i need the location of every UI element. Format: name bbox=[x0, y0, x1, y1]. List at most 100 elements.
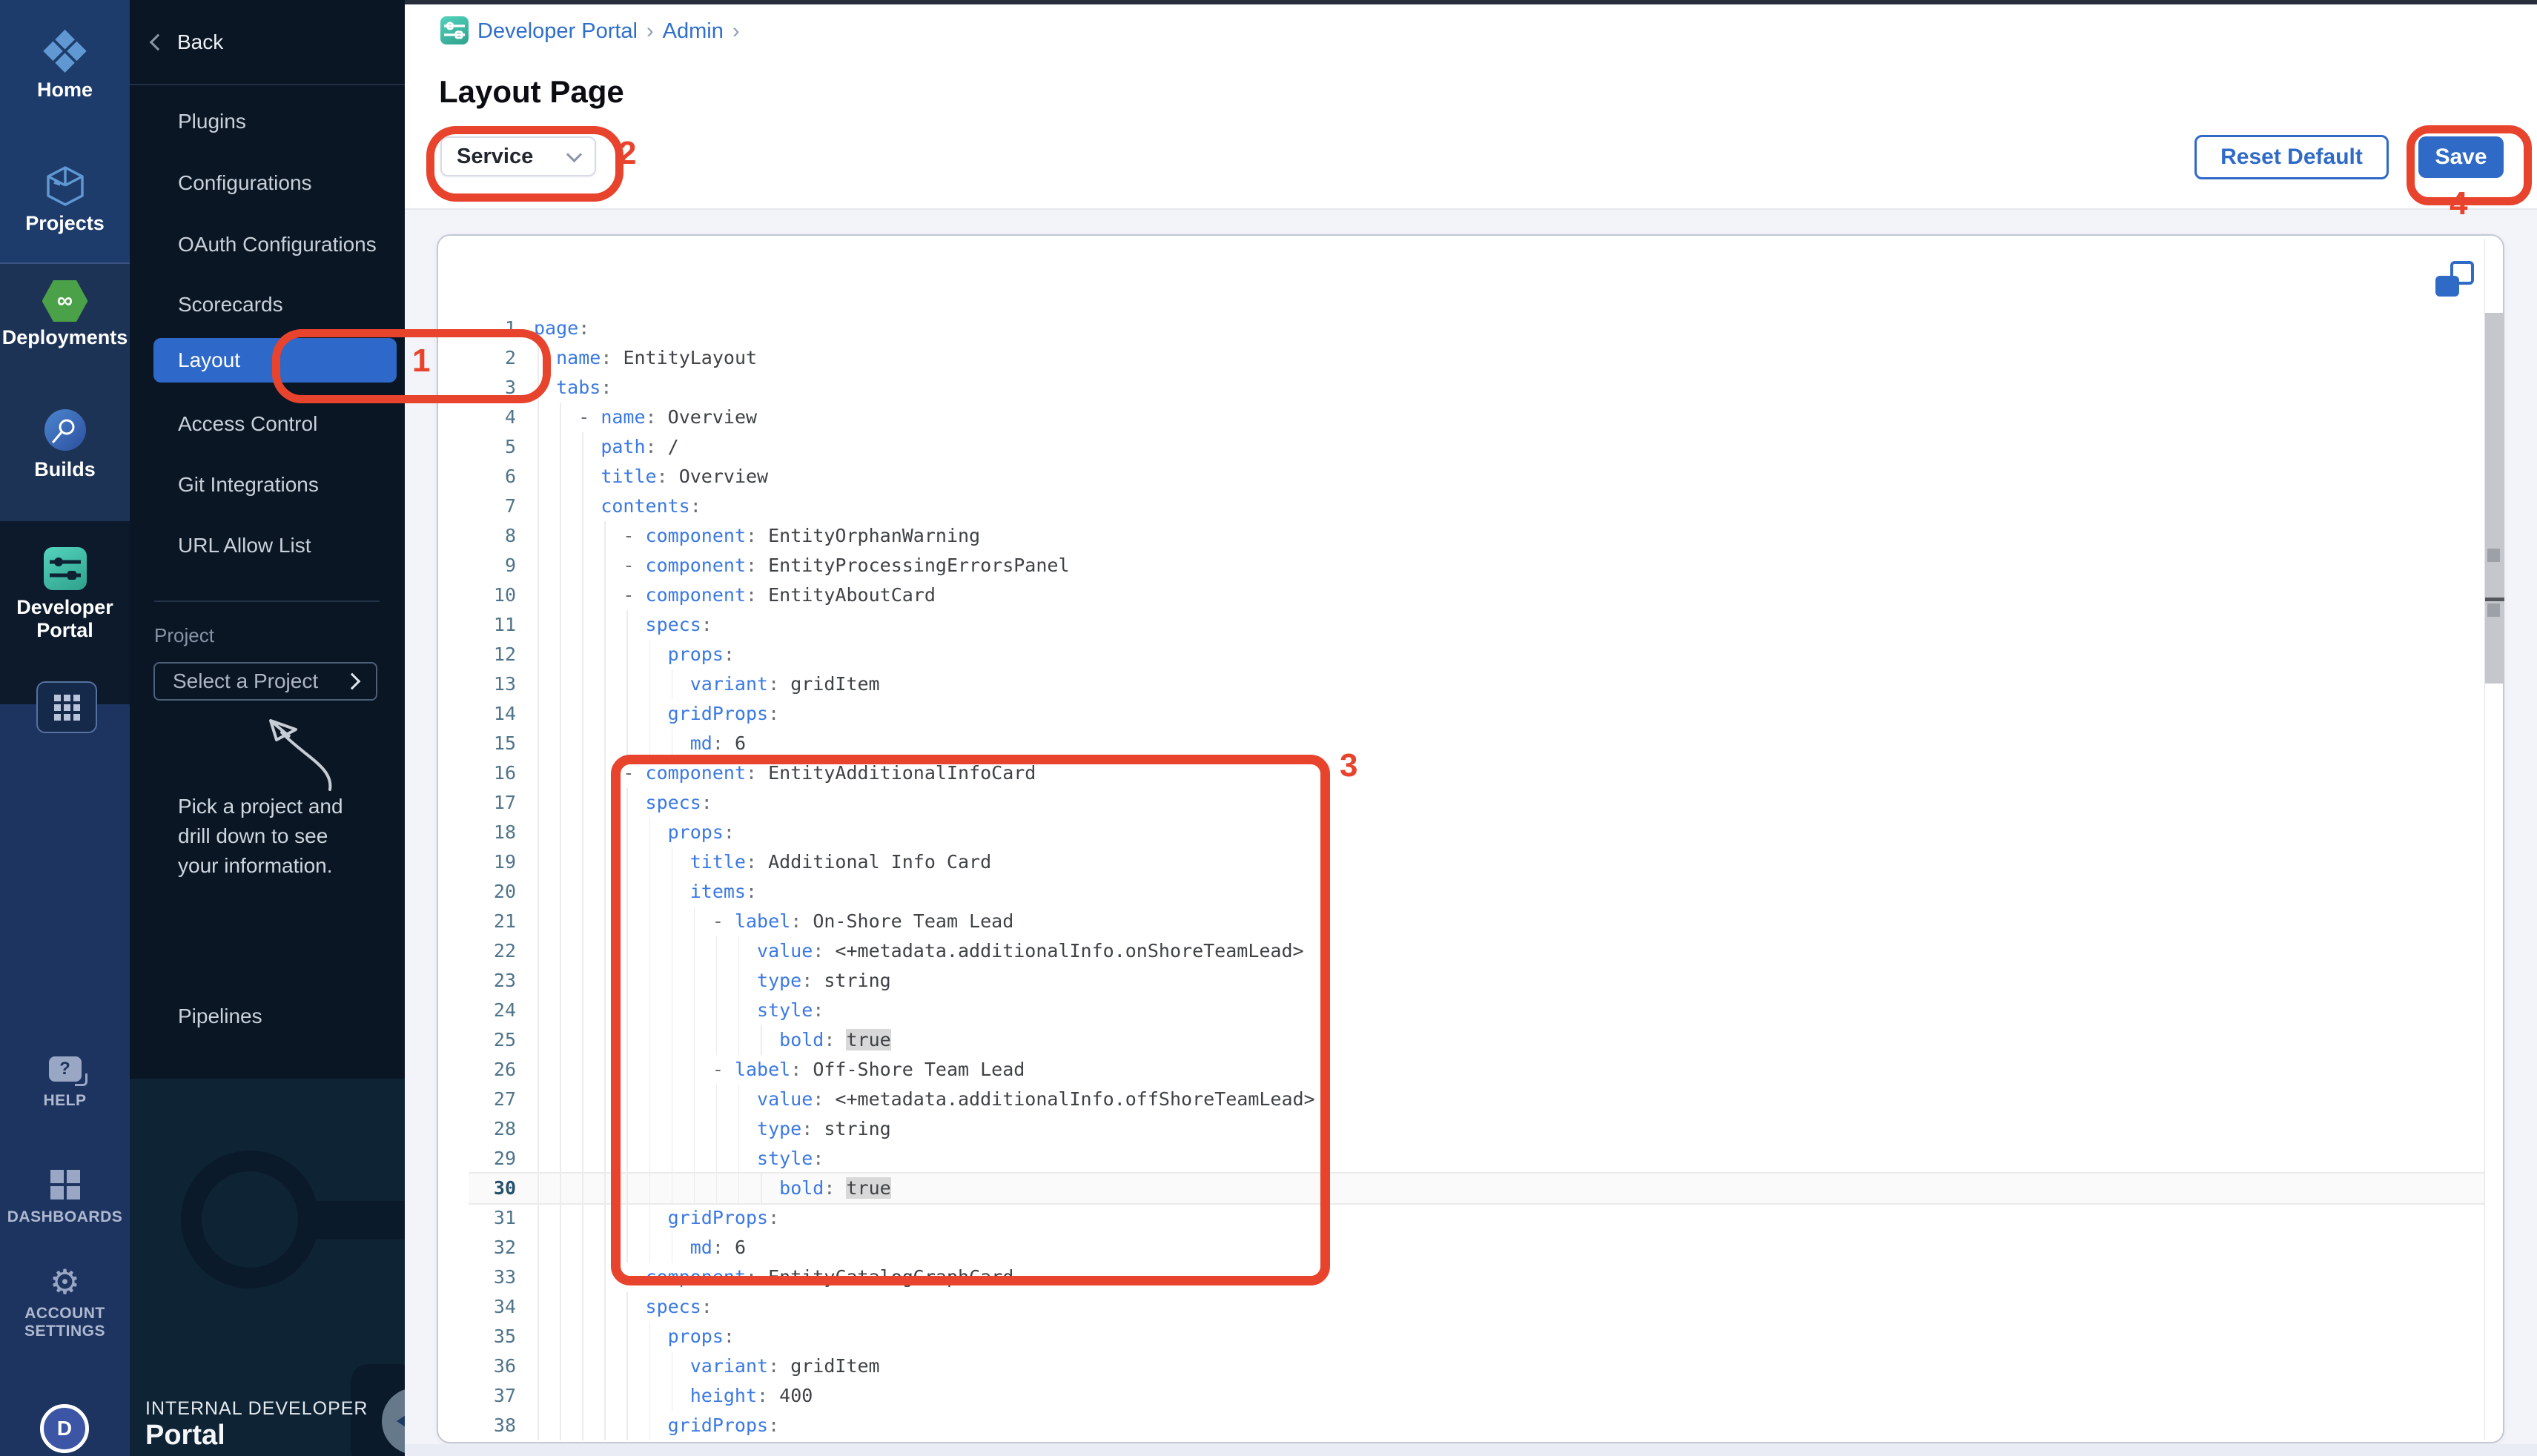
yaml-key: name bbox=[601, 406, 645, 428]
code-line: gridProps: bbox=[534, 1411, 779, 1440]
rail-item-help[interactable]: ? HELP bbox=[0, 1056, 130, 1110]
sidebar-item-pipelines[interactable]: Pipelines bbox=[178, 1002, 262, 1031]
sidebar-item-layout[interactable]: Layout bbox=[153, 338, 397, 383]
code-line: height: 400 bbox=[534, 1381, 813, 1411]
code-line: title: Additional Info Card bbox=[534, 847, 991, 877]
line-number: 12 bbox=[438, 640, 516, 669]
overview-ruler-mark bbox=[2487, 549, 2500, 562]
sidebar-item-git-integrations[interactable]: Git Integrations bbox=[178, 470, 319, 500]
vertical-scrollbar-thumb[interactable] bbox=[2485, 313, 2504, 684]
developer-portal-logo-icon bbox=[440, 16, 469, 44]
module-picker-button[interactable] bbox=[36, 681, 97, 733]
rail-item-home[interactable]: ❖ Home bbox=[0, 27, 130, 102]
back-button[interactable]: Back bbox=[152, 28, 223, 56]
line-number: 23 bbox=[438, 966, 516, 996]
code-line: - component: EntityOrphanWarning bbox=[534, 521, 980, 551]
yaml-key: bold bbox=[779, 1177, 824, 1199]
line-number: 6 bbox=[438, 462, 516, 492]
code-line: gridProps: bbox=[534, 699, 779, 729]
rail-item-projects[interactable]: Projects bbox=[0, 165, 130, 235]
code-line: bold: true bbox=[534, 1025, 891, 1055]
code-line: - name: Overview bbox=[534, 403, 757, 432]
code-line: props: bbox=[534, 1322, 735, 1351]
header-divider bbox=[405, 208, 2537, 210]
sidebar-item-oauth-configurations[interactable]: OAuth Configurations bbox=[178, 230, 377, 259]
yaml-value: EntityAboutCard bbox=[768, 584, 936, 606]
reset-default-button[interactable]: Reset Default bbox=[2194, 135, 2389, 179]
code-line: tabs: bbox=[534, 373, 612, 403]
yaml-key: style bbox=[757, 999, 813, 1021]
yaml-key: title bbox=[690, 851, 746, 873]
yaml-key: props bbox=[668, 821, 724, 843]
yaml-key: items bbox=[690, 881, 746, 902]
yaml-key: gridProps bbox=[668, 703, 768, 724]
rail-item-builds[interactable]: Builds bbox=[0, 409, 130, 481]
user-avatar[interactable]: D bbox=[40, 1404, 89, 1453]
rail-item-label: Home bbox=[0, 79, 130, 102]
yaml-value: Additional Info Card bbox=[768, 851, 991, 873]
copy-icon[interactable] bbox=[2435, 261, 2474, 297]
rail-item-dashboards[interactable]: DASHBOARDS bbox=[0, 1170, 130, 1226]
breadcrumb-developer-portal[interactable]: Developer Portal bbox=[477, 19, 638, 44]
line-number: 37 bbox=[438, 1381, 516, 1411]
circuit-ring-decoration bbox=[181, 1151, 319, 1288]
entity-type-select[interactable]: Service bbox=[440, 136, 596, 176]
code-line: type: string bbox=[534, 966, 891, 996]
sidebar-item-configurations[interactable]: Configurations bbox=[178, 168, 312, 198]
yaml-key: title bbox=[601, 466, 656, 487]
sidebar-item-scorecards[interactable]: Scorecards bbox=[178, 290, 283, 320]
line-number: 27 bbox=[438, 1085, 516, 1114]
line-number: 24 bbox=[438, 996, 516, 1025]
sidebar-item-access-control[interactable]: Access Control bbox=[178, 409, 317, 439]
admin-sidebar: Back Plugins Configurations OAuth Configur… bbox=[130, 0, 405, 1456]
triangle-left-icon bbox=[397, 1412, 405, 1430]
divider bbox=[130, 84, 405, 85]
rail-item-label: Builds bbox=[0, 458, 130, 481]
yaml-value: 6 bbox=[735, 1237, 746, 1258]
sidebar-item-plugins[interactable]: Plugins bbox=[178, 107, 246, 136]
rail-item-label: Portal bbox=[0, 619, 130, 642]
rail-item-label: Deployments bbox=[0, 326, 130, 349]
horizontal-scrollbar-strip[interactable] bbox=[405, 1444, 2537, 1456]
yaml-value: Off-Shore Team Lead bbox=[813, 1059, 1025, 1080]
select-project-button[interactable]: Select a Project bbox=[153, 662, 377, 701]
sidebar-item-url-allow-list[interactable]: URL Allow List bbox=[178, 531, 311, 560]
yaml-key: path bbox=[601, 436, 645, 457]
annotation-label-3: 3 bbox=[1340, 747, 1357, 784]
yaml-key: specs bbox=[646, 1296, 701, 1317]
rail-item-deployments[interactable]: ∞ Deployments bbox=[0, 280, 130, 349]
overview-ruler-current-line-mark bbox=[2485, 598, 2504, 601]
project-section-label: Project bbox=[154, 624, 214, 647]
code-line: items: bbox=[534, 877, 757, 907]
back-label: Back bbox=[177, 30, 223, 54]
yaml-value: EntityProcessingErrorsPanel bbox=[768, 555, 1069, 576]
layout-yaml-editor-card: 1page:2 name: EntityLayout3 tabs:4 - nam… bbox=[437, 234, 2504, 1443]
yaml-dash: - bbox=[623, 1266, 645, 1288]
yaml-key: label bbox=[735, 1059, 790, 1080]
code-line: bold: true bbox=[534, 1174, 891, 1203]
code-line: path: / bbox=[534, 432, 679, 462]
yaml-key: props bbox=[668, 643, 724, 665]
module-rail: ❖ Home Projects ∞ Deployments Builds bbox=[0, 0, 130, 1456]
chevron-down-icon bbox=[566, 146, 582, 162]
line-number: 26 bbox=[438, 1055, 516, 1085]
rail-item-account-settings[interactable]: ⚙ ACCOUNT SETTINGS bbox=[0, 1265, 130, 1340]
save-button[interactable]: Save bbox=[2418, 136, 2504, 178]
yaml-key: height bbox=[690, 1385, 757, 1406]
yaml-dash: - bbox=[623, 525, 645, 546]
code-line: md: 6 bbox=[534, 1233, 746, 1263]
line-number: 33 bbox=[438, 1263, 516, 1292]
yaml-key: contents bbox=[601, 495, 689, 517]
yaml-key: gridProps bbox=[668, 1414, 768, 1436]
breadcrumb-admin[interactable]: Admin bbox=[663, 19, 724, 44]
yaml-value: <+metadata.additionalInfo.onShoreTeamLea… bbox=[835, 940, 1303, 962]
line-number: 7 bbox=[438, 492, 516, 521]
code-line: - component: EntityCatalogGraphCard bbox=[534, 1263, 1013, 1292]
yaml-value: / bbox=[668, 436, 679, 457]
line-number: 19 bbox=[438, 847, 516, 877]
rail-item-developer-portal[interactable]: Developer Portal bbox=[0, 547, 130, 642]
line-number: 2 bbox=[438, 343, 516, 373]
yaml-key: variant bbox=[690, 1355, 768, 1377]
avatar-initial: D bbox=[57, 1417, 72, 1440]
line-number: 25 bbox=[438, 1025, 516, 1055]
